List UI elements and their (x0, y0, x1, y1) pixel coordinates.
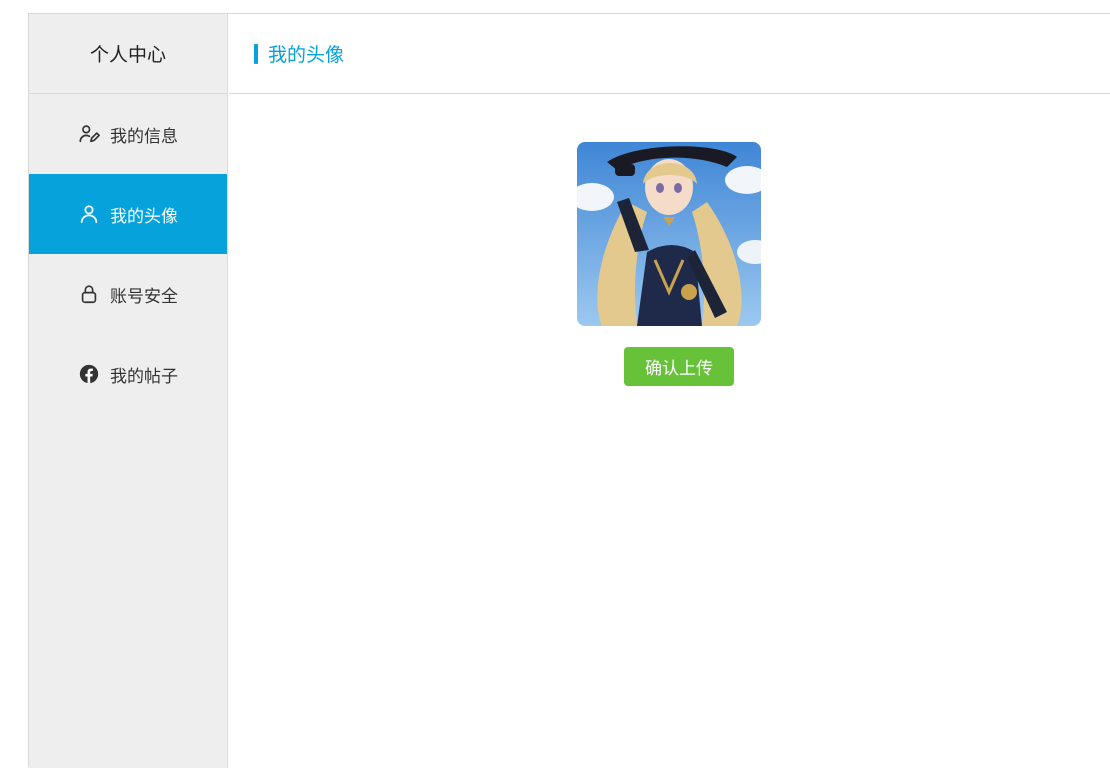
sidebar-title: 个人中心 (29, 14, 227, 94)
sidebar-item-label: 我的头像 (110, 206, 178, 227)
sidebar-item-account-security[interactable]: 账号安全 (29, 254, 227, 334)
user-edit-icon (78, 123, 100, 145)
lock-icon (78, 283, 100, 305)
sidebar-item-my-avatar[interactable]: 我的头像 (29, 174, 227, 254)
profile-center-panel: 个人中心 我的信息 我的头像 账号安全 我的帖子 我的头像 确认上传 (28, 13, 1110, 768)
sidebar-item-my-info[interactable]: 我的信息 (29, 94, 227, 174)
main-content: 我的头像 确认上传 (229, 14, 1110, 768)
sidebar-item-label: 我的信息 (110, 126, 178, 147)
avatar-image[interactable] (577, 142, 761, 326)
sidebar-item-label: 账号安全 (110, 286, 178, 307)
user-icon (78, 203, 100, 225)
page-title: 我的头像 (268, 44, 345, 66)
main-header: 我的头像 (229, 14, 1110, 94)
title-accent-bar (254, 43, 258, 64)
confirm-upload-button[interactable]: 确认上传 (624, 347, 734, 386)
sidebar: 个人中心 我的信息 我的头像 账号安全 我的帖子 (29, 14, 228, 768)
sidebar-item-label: 我的帖子 (110, 366, 178, 387)
sidebar-item-my-posts[interactable]: 我的帖子 (29, 334, 227, 414)
facebook-icon (78, 363, 100, 385)
